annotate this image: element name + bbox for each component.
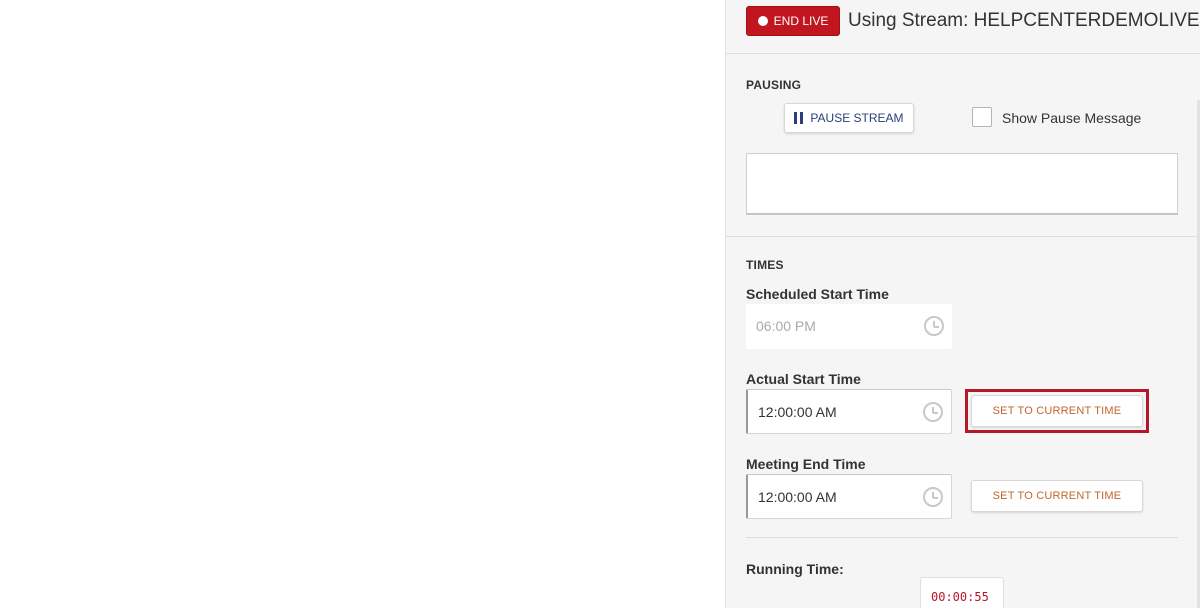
actual-start-value: 12:00:00 AM	[758, 404, 837, 420]
section-divider	[726, 236, 1200, 237]
scheduled-start-input: 06:00 PM	[746, 304, 952, 349]
running-time-label: Running Time:	[746, 561, 844, 577]
show-pause-message-checkbox[interactable]	[972, 107, 992, 127]
running-time-box: 00:00:55	[920, 577, 1004, 608]
running-divider	[746, 537, 1178, 538]
scheduled-start-label: Scheduled Start Time	[746, 286, 889, 302]
clock-icon	[924, 316, 944, 336]
end-live-label: END LIVE	[773, 14, 829, 28]
pause-stream-button[interactable]: PAUSE STREAM	[784, 103, 914, 133]
meeting-end-input[interactable]: 12:00:00 AM	[746, 474, 952, 519]
clock-icon[interactable]	[923, 402, 943, 422]
times-section-label: TIMES	[746, 258, 784, 272]
running-time-value: 00:00:55	[931, 590, 989, 604]
actual-start-label: Actual Start Time	[746, 371, 861, 387]
stream-header: END LIVE Using Stream: HELPCENTERDEMOLIV…	[726, 0, 1200, 54]
pausing-section-label: PAUSING	[746, 78, 802, 92]
actual-start-input[interactable]: 12:00:00 AM	[746, 389, 952, 434]
meeting-end-set-current-button[interactable]: SET TO CURRENT TIME	[971, 480, 1143, 512]
meeting-end-label: Meeting End Time	[746, 456, 866, 472]
end-live-button[interactable]: END LIVE	[746, 6, 840, 36]
left-blank-area	[0, 0, 725, 608]
scheduled-start-value: 06:00 PM	[756, 318, 816, 334]
pause-icon	[794, 112, 804, 124]
meeting-end-value: 12:00:00 AM	[758, 489, 837, 505]
record-dot-icon	[757, 16, 768, 26]
pause-message-textarea[interactable]	[746, 153, 1178, 215]
clock-icon[interactable]	[923, 487, 943, 507]
pause-stream-label: PAUSE STREAM	[810, 111, 904, 125]
show-pause-message-label: Show Pause Message	[1002, 110, 1142, 126]
live-stream-panel: END LIVE Using Stream: HELPCENTERDEMOLIV…	[725, 0, 1200, 608]
actual-start-set-current-button[interactable]: SET TO CURRENT TIME	[971, 395, 1143, 427]
stream-title: Using Stream: HELPCENTERDEMOLIVE1	[848, 10, 1200, 31]
